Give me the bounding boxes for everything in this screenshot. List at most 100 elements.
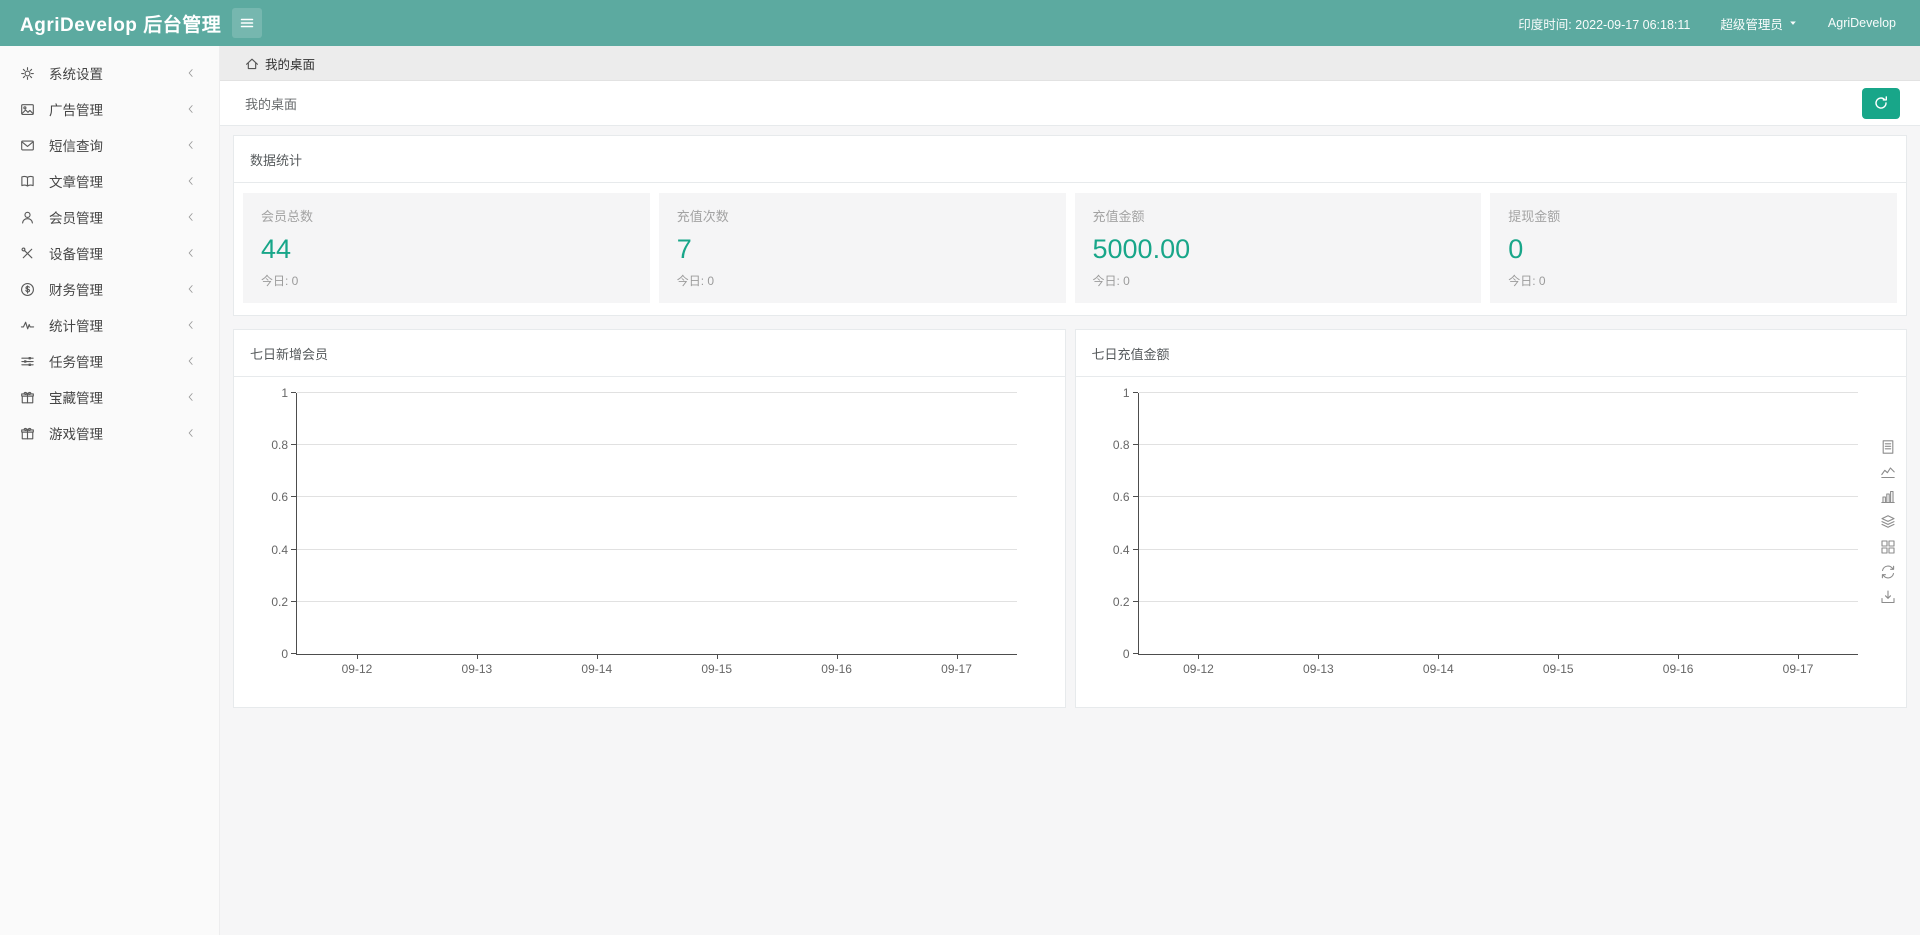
stat-card-today: 今日: 0 (677, 272, 1048, 289)
stat-cards: 会员总数44今日: 0充值次数7今日: 0充值金额5000.00今日: 0提现金… (234, 183, 1906, 315)
x-axis-label: 09-14 (1423, 662, 1454, 676)
refresh-button[interactable] (1862, 88, 1900, 119)
page-header: 我的桌面 (220, 81, 1920, 126)
toolbox-line-chart-button[interactable] (1880, 464, 1896, 480)
gridline (1139, 496, 1859, 497)
bar-chart-icon (1880, 489, 1896, 505)
chevron-left-icon (185, 427, 197, 439)
x-axis-tick (1438, 654, 1439, 659)
y-axis-label: 0.2 (271, 596, 288, 608)
topbar: AgriDevelop 后台管理 印度时间: 2022-09-17 06:18:… (0, 0, 1920, 46)
x-axis-label: 09-17 (941, 662, 972, 676)
y-axis-tick (291, 392, 296, 393)
sidebar-item-treasure-management[interactable]: 宝藏管理 (0, 379, 219, 415)
chevron-left-icon (185, 139, 197, 151)
tab-label: 我的桌面 (265, 54, 315, 73)
stat-card-value: 7 (677, 234, 1048, 265)
chevron-left-icon (185, 175, 197, 187)
y-axis-label: 1 (281, 387, 288, 399)
x-axis-tick (597, 654, 598, 659)
gift-icon (20, 390, 35, 405)
y-axis-label: 0 (281, 648, 288, 660)
x-axis-tick (1678, 654, 1679, 659)
toolbox-restore-button[interactable] (1880, 564, 1896, 580)
sidebar-toggle-button[interactable] (232, 8, 262, 38)
stat-card-today: 今日: 0 (1093, 272, 1464, 289)
chart-title: 七日新增会员 (234, 330, 1065, 377)
sidebar-item-label: 会员管理 (49, 207, 103, 227)
sidebar-item-label: 系统设置 (49, 63, 103, 83)
x-axis-label: 09-12 (1183, 662, 1214, 676)
x-axis-label: 09-17 (1783, 662, 1814, 676)
sidebar-nav: 系统设置广告管理短信查询文章管理会员管理设备管理财务管理统计管理任务管理宝藏管理… (0, 55, 219, 451)
stat-card-value: 5000.00 (1093, 234, 1464, 265)
chart-recharge: 00.20.40.60.8109-1209-1309-1409-1509-160… (1076, 377, 1907, 707)
sidebar-item-label: 文章管理 (49, 171, 103, 191)
tabbar: 我的桌面 (220, 46, 1920, 81)
gridline (1139, 392, 1859, 393)
role-dropdown[interactable]: 超级管理员 (1720, 14, 1798, 33)
sidebar-item-member-management[interactable]: 会员管理 (0, 199, 219, 235)
chart-plot: 00.20.40.60.8109-1209-1309-1409-1509-160… (1138, 393, 1859, 655)
chevron-left-icon (185, 67, 197, 79)
account-link[interactable]: AgriDevelop (1828, 16, 1896, 30)
toolbox-tiled-button[interactable] (1880, 539, 1896, 555)
stat-card: 提现金额0今日: 0 (1490, 193, 1897, 303)
x-axis-tick (717, 654, 718, 659)
stat-card-label: 充值次数 (677, 206, 1048, 225)
stat-card: 充值金额 5000.00 今日: 0 (1075, 193, 1482, 303)
sidebar-item-device-management[interactable]: 设备管理 (0, 235, 219, 271)
sidebar-item-finance-management[interactable]: 财务管理 (0, 271, 219, 307)
home-icon (245, 57, 259, 71)
sidebar-item-article-management[interactable]: 文章管理 (0, 163, 219, 199)
x-axis-tick (1798, 654, 1799, 659)
sidebar-item-system-settings[interactable]: 系统设置 (0, 55, 219, 91)
home-icon (245, 57, 259, 71)
sidebar-item-label: 游戏管理 (49, 423, 103, 443)
toolbox-bar-chart-button[interactable] (1880, 489, 1896, 505)
y-axis-tick (1133, 653, 1138, 654)
toolbox-stack-button[interactable] (1880, 514, 1896, 530)
gridline (297, 549, 1017, 550)
toolbox-save-image-button[interactable] (1880, 589, 1896, 605)
sidebar-item-label: 任务管理 (49, 351, 103, 371)
tasks-icon (20, 354, 35, 369)
gridline (297, 392, 1017, 393)
restore-icon (1880, 564, 1896, 580)
gridline (297, 444, 1017, 445)
stat-card-label: 充值金额 (1093, 206, 1464, 225)
sidebar-item-statistics-management[interactable]: 统计管理 (0, 307, 219, 343)
image-icon (20, 102, 35, 117)
stat-card-value: 0 (1508, 234, 1879, 265)
hamburger-icon (239, 15, 255, 31)
x-axis-label: 09-13 (462, 662, 493, 676)
sidebar-item-ad-management[interactable]: 广告管理 (0, 91, 219, 127)
toolbox-data-view-button[interactable] (1880, 439, 1896, 455)
chevron-left-icon (185, 391, 197, 403)
sidebar-item-label: 短信查询 (49, 135, 103, 155)
y-axis-tick (1133, 392, 1138, 393)
chevron-left-icon (185, 319, 197, 331)
tab-my-desktop[interactable]: 我的桌面 (220, 47, 331, 80)
gridline (1139, 444, 1859, 445)
y-axis-label: 0.4 (1113, 544, 1130, 556)
user-icon (20, 210, 35, 225)
gridline (297, 496, 1017, 497)
sidebar-item-game-management[interactable]: 游戏管理 (0, 415, 219, 451)
chart-panel-new-members: 七日新增会员 00.20.40.60.8109-1209-1309-1409-1… (233, 329, 1066, 708)
x-axis-label: 09-13 (1303, 662, 1334, 676)
work-area: 数据统计 会员总数44今日: 0充值次数7今日: 0充值金额5000.00今日:… (220, 126, 1920, 935)
sidebar-item-label: 设备管理 (49, 243, 103, 263)
sidebar-item-sms-query[interactable]: 短信查询 (0, 127, 219, 163)
y-axis-label: 0.2 (1113, 596, 1130, 608)
app-title: AgriDevelop 后台管理 (0, 10, 220, 37)
line-chart-icon (1880, 464, 1896, 480)
y-axis-tick (1133, 549, 1138, 550)
y-axis-label: 0.4 (271, 544, 288, 556)
x-axis-label: 09-16 (1663, 662, 1694, 676)
page-title: 我的桌面 (245, 94, 297, 113)
sidebar-item-task-management[interactable]: 任务管理 (0, 343, 219, 379)
chevron-left-icon (185, 283, 197, 295)
caret-down-icon (1788, 18, 1798, 28)
y-axis-label: 1 (1123, 387, 1130, 399)
